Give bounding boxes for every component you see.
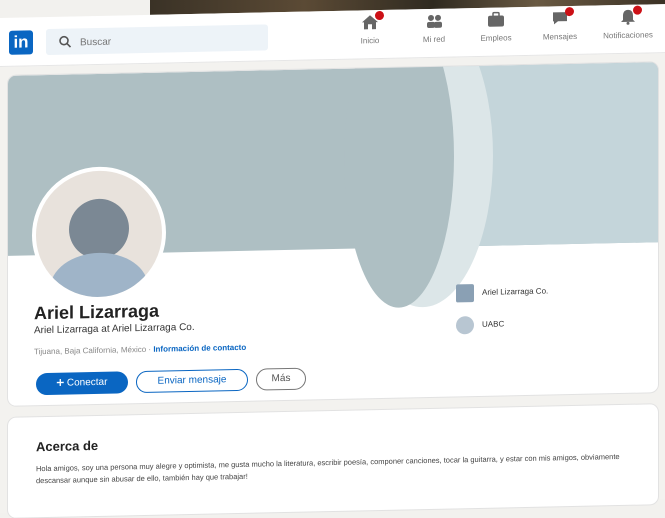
- about-title: Acerca de: [36, 437, 99, 455]
- company-icon: [456, 284, 474, 303]
- avatar-body: [50, 251, 148, 303]
- school-icon: [456, 316, 474, 335]
- bell-icon: [619, 5, 642, 25]
- add-user-icon: ➕︎: [56, 377, 65, 389]
- profile-location: Tijuana, Baja California, México: [34, 344, 147, 357]
- top-navigation-bar: in Inicio Mi red Empleos: [0, 4, 665, 67]
- nav-notifications[interactable]: Notificaciones: [598, 5, 658, 49]
- nav-network[interactable]: Mi red: [404, 12, 464, 53]
- experience-label: Ariel Lizarraga Co.: [482, 286, 549, 297]
- connect-label: Conectar: [66, 376, 108, 389]
- nav-label: Notificaciones: [603, 30, 653, 41]
- send-message-button[interactable]: Enviar mensaje: [136, 368, 248, 394]
- home-icon: [361, 10, 384, 30]
- contact-info-link[interactable]: Información de contacto: [153, 343, 246, 354]
- connect-button[interactable]: ➕︎ Conectar: [36, 371, 128, 396]
- nav-jobs[interactable]: Empleos: [466, 11, 526, 52]
- profile-card: Ariel Lizarraga Ariel Lizarraga at Ariel…: [8, 62, 658, 406]
- linkedin-logo-icon[interactable]: in: [9, 30, 33, 55]
- notification-badge: [375, 10, 384, 21]
- more-button[interactable]: Más: [256, 367, 306, 391]
- nav-label: Inicio: [360, 36, 380, 46]
- nav-label: Mi red: [422, 34, 446, 45]
- message-icon: [551, 6, 574, 26]
- avatar[interactable]: [32, 165, 166, 303]
- profile-headline: Ariel Lizarraga at Ariel Lizarraga Co.: [34, 321, 195, 337]
- about-text: Hola amigos, soy una persona muy alegre …: [36, 452, 620, 486]
- nav-home[interactable]: Inicio: [340, 10, 400, 55]
- notification-badge: [633, 5, 642, 15]
- briefcase-icon: [487, 11, 505, 27]
- avatar-head: [69, 198, 129, 260]
- nav-label: Empleos: [480, 33, 512, 43]
- search-box[interactable]: [46, 24, 268, 56]
- about-section: Acerca de Hola amigos, soy una persona m…: [8, 404, 658, 518]
- profile-name: Ariel Lizarraga: [34, 300, 160, 324]
- nav-messages[interactable]: Mensajes: [530, 6, 590, 51]
- network-icon: [425, 13, 443, 29]
- profile-location-line: Tijuana, Baja California, México · Infor…: [34, 343, 246, 356]
- education-label: UABC: [482, 319, 505, 329]
- search-icon: [59, 35, 72, 48]
- notification-badge: [565, 6, 574, 17]
- linkedin-screen: in Inicio Mi red Empleos: [0, 4, 665, 518]
- nav-label: Mensajes: [542, 31, 578, 42]
- search-input[interactable]: [78, 28, 262, 53]
